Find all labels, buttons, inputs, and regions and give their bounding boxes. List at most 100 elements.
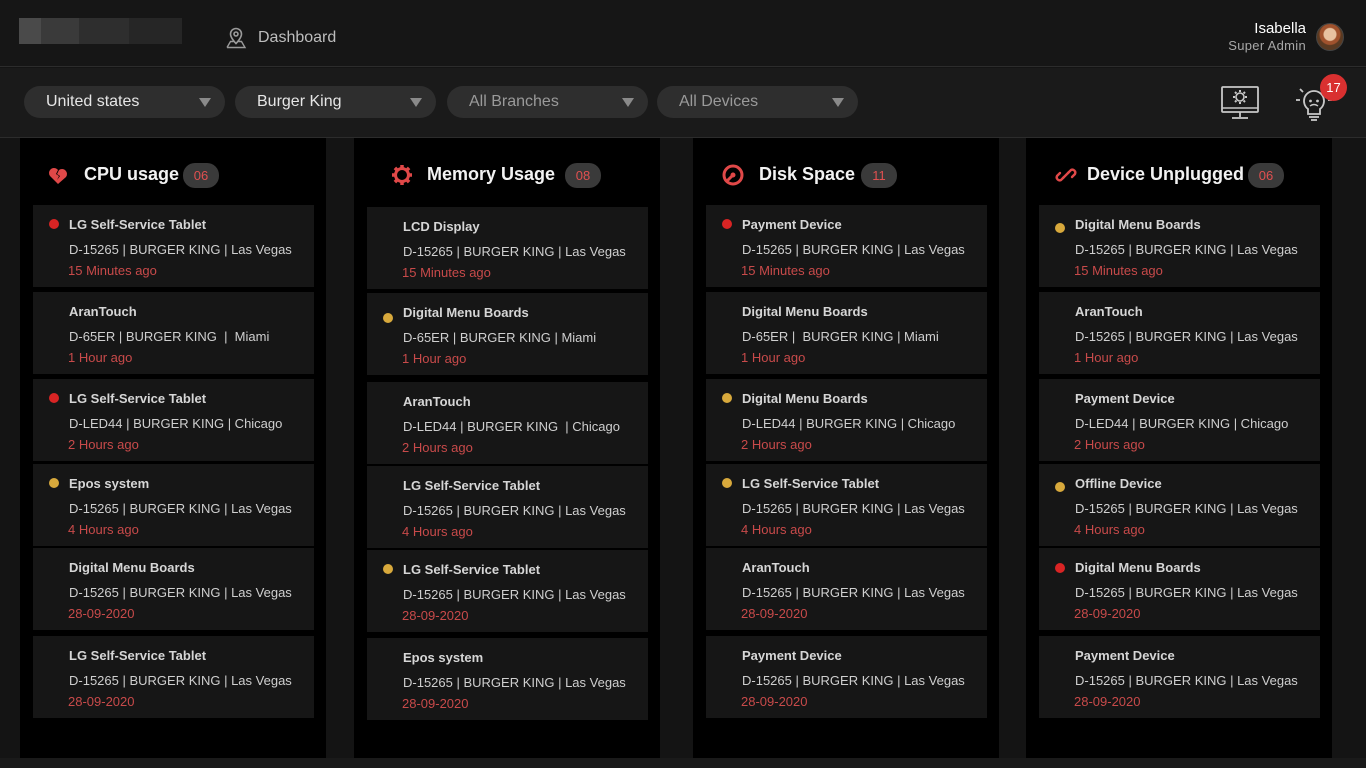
device-time: 28-09-2020 <box>741 606 808 621</box>
avatar[interactable] <box>1316 22 1344 51</box>
device-time: 1 Hour ago <box>68 350 133 365</box>
device-card[interactable]: Payment Device D-15265 | BURGER KING | L… <box>1039 636 1320 718</box>
device-select[interactable]: All Devices <box>657 86 858 118</box>
device-name: LG Self-Service Tablet <box>403 562 541 577</box>
device-time: 15 Minutes ago <box>402 265 491 280</box>
column-header: CPU usage 06 <box>20 160 326 190</box>
device-card[interactable]: Epos system D-15265 | BURGER KING | Las … <box>367 638 648 720</box>
monitor-settings-button[interactable] <box>1219 82 1261 129</box>
device-card[interactable]: LG Self-Service Tablet D-15265 | BURGER … <box>367 550 648 632</box>
device-card[interactable]: AranTouch D-15265 | BURGER KING | Las Ve… <box>1039 292 1320 374</box>
monitor-gear-icon <box>1221 86 1259 119</box>
device-meta: D-LED44 | BURGER KING | Chicago <box>1075 416 1289 431</box>
device-meta: D-15265 | BURGER KING | Las Vegas <box>69 585 292 600</box>
device-meta: D-15265 | BURGER KING | Las Vegas <box>1075 329 1298 344</box>
chevron-down-icon <box>832 98 844 107</box>
device-card[interactable]: Digital Menu Boards D-65ER | BURGER KING… <box>706 292 987 374</box>
column-header: Device Unplugged 06 <box>1026 160 1332 190</box>
device-meta: D-15265 | BURGER KING | Las Vegas <box>1075 242 1298 257</box>
device-meta: D-15265 | BURGER KING | Las Vegas <box>69 242 292 257</box>
brand-select[interactable]: Burger King <box>235 86 436 118</box>
device-meta: D-15265 | BURGER KING | Las Vegas <box>1075 585 1298 600</box>
device-card[interactable]: AranTouch D-LED44 | BURGER KING | Chicag… <box>367 382 648 464</box>
device-name: Digital Menu Boards <box>742 304 868 319</box>
device-name: Epos system <box>403 650 484 665</box>
branch-select[interactable]: All Branches <box>447 86 648 118</box>
chevron-down-icon <box>410 98 422 107</box>
device-card[interactable]: Epos system D-15265 | BURGER KING | Las … <box>33 464 314 546</box>
user-role: Super Admin <box>1228 38 1306 53</box>
device-meta: D-15265 | BURGER KING | Las Vegas <box>742 501 965 516</box>
device-card[interactable]: Digital Menu Boards D-65ER | BURGER KING… <box>367 293 648 375</box>
device-name: LG Self-Service Tablet <box>403 478 541 493</box>
device-time: 28-09-2020 <box>68 694 135 709</box>
device-card[interactable]: LG Self-Service Tablet D-15265 | BURGER … <box>706 464 987 546</box>
country-select[interactable]: United states <box>24 86 225 118</box>
device-card[interactable]: LG Self-Service Tablet D-15265 | BURGER … <box>367 466 648 548</box>
device-name: AranTouch <box>1075 304 1143 319</box>
device-name: Digital Menu Boards <box>742 391 868 406</box>
notification-badge: 17 <box>1320 74 1347 101</box>
device-meta: D-15265 | BURGER KING | Las Vegas <box>403 503 626 518</box>
column-title: Memory Usage <box>427 164 556 184</box>
device-meta: D-15265 | BURGER KING | Las Vegas <box>403 244 626 259</box>
device-time: 4 Hours ago <box>68 522 139 537</box>
device-card[interactable]: AranTouch D-15265 | BURGER KING | Las Ve… <box>706 548 987 630</box>
device-card[interactable]: LG Self-Service Tablet D-LED44 | BURGER … <box>33 379 314 461</box>
status-dot <box>49 478 59 488</box>
device-name: LG Self-Service Tablet <box>742 476 880 491</box>
map-pin-icon <box>226 27 247 49</box>
brand-select-value: Burger King <box>257 93 342 110</box>
user-name: Isabella <box>1254 20 1306 37</box>
chevron-down-icon <box>199 98 211 107</box>
status-dot <box>383 564 393 574</box>
device-meta: D-15265 | BURGER KING | Las Vegas <box>403 587 626 602</box>
device-card[interactable]: Digital Menu Boards D-15265 | BURGER KIN… <box>1039 205 1320 287</box>
device-meta: D-15265 | BURGER KING | Las Vegas <box>69 673 292 688</box>
user-menu[interactable]: Isabella Super Admin <box>1228 20 1344 53</box>
device-name: AranTouch <box>742 560 810 575</box>
device-meta: D-LED44 | BURGER KING | Chicago <box>69 416 283 431</box>
device-meta: D-15265 | BURGER KING | Las Vegas <box>1075 501 1298 516</box>
device-time: 2 Hours ago <box>1074 437 1145 452</box>
device-card[interactable]: Offline Device D-15265 | BURGER KING | L… <box>1039 464 1320 546</box>
device-time: 2 Hours ago <box>402 440 473 455</box>
device-select-value: All Devices <box>679 93 759 110</box>
device-time: 15 Minutes ago <box>68 263 157 278</box>
status-dot <box>1055 482 1065 492</box>
column-header: Memory Usage 08 <box>354 160 660 190</box>
nav-dashboard-link[interactable]: Dashboard <box>224 24 336 52</box>
device-name: Digital Menu Boards <box>1075 560 1201 575</box>
status-dot <box>1055 563 1065 573</box>
device-name: Offline Device <box>1075 476 1162 491</box>
device-card[interactable]: Digital Menu Boards D-15265 | BURGER KIN… <box>1039 548 1320 630</box>
device-card[interactable]: LG Self-Service Tablet D-15265 | BURGER … <box>33 636 314 718</box>
column-title: Disk Space <box>759 164 856 184</box>
device-time: 1 Hour ago <box>402 351 467 366</box>
device-meta: D-15265 | BURGER KING | Las Vegas <box>403 675 626 690</box>
device-card[interactable]: Digital Menu Boards D-15265 | BURGER KIN… <box>33 548 314 630</box>
device-card[interactable]: AranTouch D-65ER | BURGER KING | Miami 1… <box>33 292 314 374</box>
device-name: Payment Device <box>742 217 842 232</box>
device-time: 28-09-2020 <box>1074 694 1141 709</box>
status-dot <box>722 393 732 403</box>
device-card[interactable]: Digital Menu Boards D-LED44 | BURGER KIN… <box>706 379 987 461</box>
device-name: LG Self-Service Tablet <box>69 391 207 406</box>
device-card[interactable]: Payment Device D-LED44 | BURGER KING | C… <box>1039 379 1320 461</box>
device-card[interactable]: LCD Display D-15265 | BURGER KING | Las … <box>367 207 648 289</box>
device-card[interactable]: Payment Device D-15265 | BURGER KING | L… <box>706 636 987 718</box>
status-dot <box>49 393 59 403</box>
device-card[interactable]: LG Self-Service Tablet D-15265 | BURGER … <box>33 205 314 287</box>
device-meta: D-LED44 | BURGER KING | Chicago <box>742 416 956 431</box>
device-time: 4 Hours ago <box>741 522 812 537</box>
device-card[interactable]: Payment Device D-15265 | BURGER KING | L… <box>706 205 987 287</box>
column-title: Device Unplugged <box>1087 164 1245 184</box>
column-title: CPU usage <box>84 164 180 184</box>
nav-dashboard-label: Dashboard <box>258 29 337 46</box>
column-memory-usage: Memory Usage 08 LCD Display D-15265 | BU… <box>354 138 660 758</box>
bottom-strip <box>0 758 1366 768</box>
device-time: 28-09-2020 <box>1074 606 1141 621</box>
logo[interactable] <box>19 18 182 44</box>
device-meta: D-15265 | BURGER KING | Las Vegas <box>742 673 965 688</box>
device-meta: D-65ER | BURGER KING | Miami <box>69 329 270 344</box>
